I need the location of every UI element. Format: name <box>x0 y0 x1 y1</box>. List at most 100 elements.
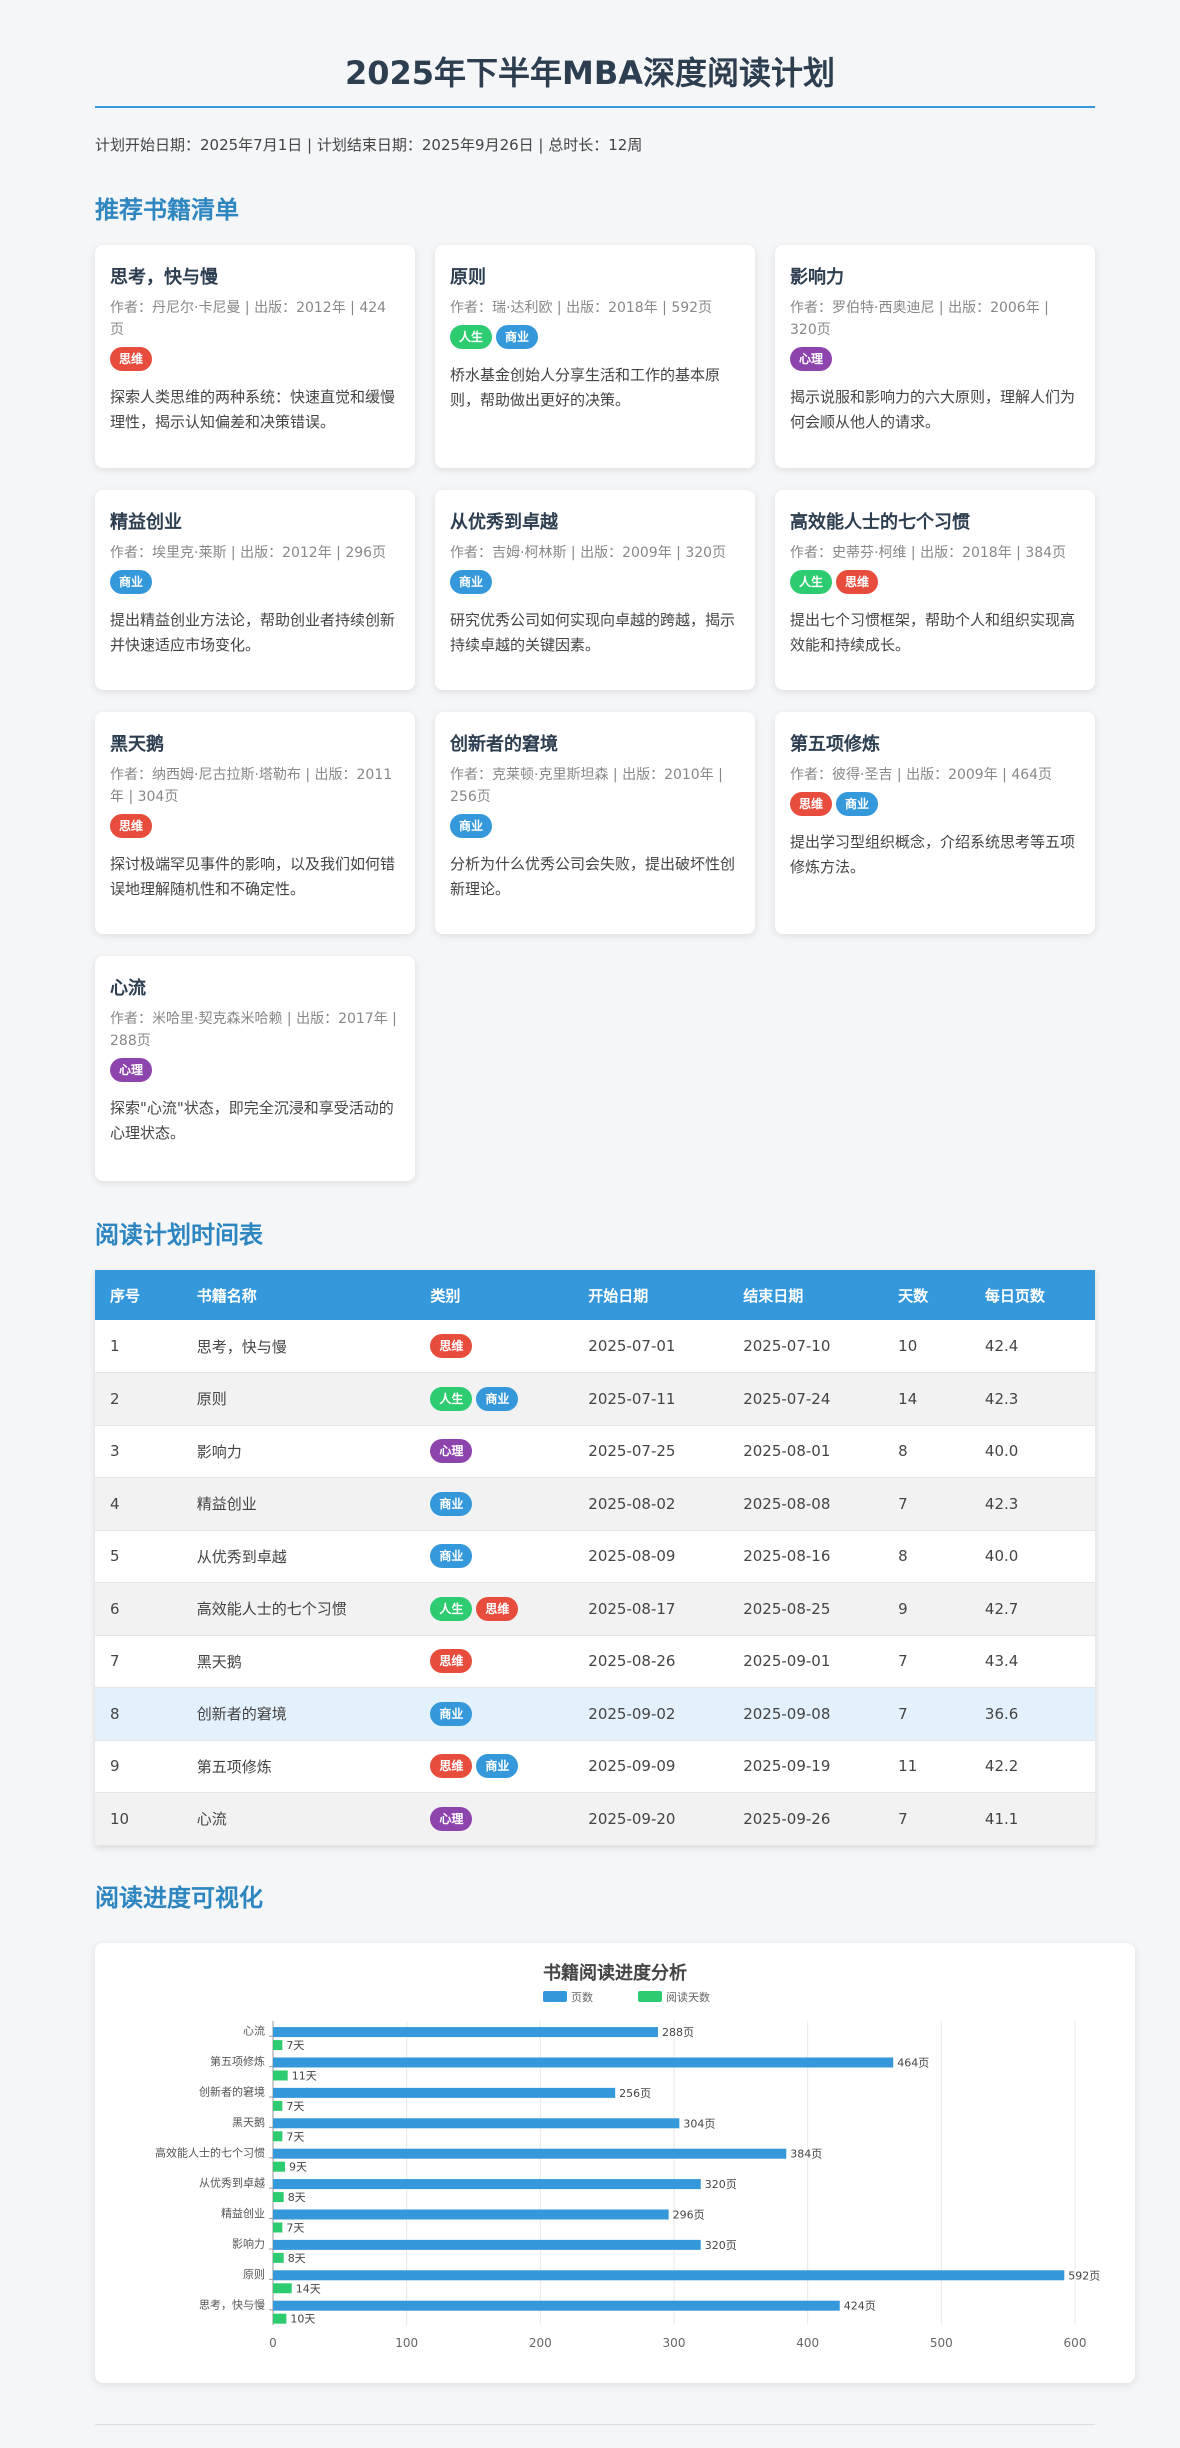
row-start-date: 2025-08-17 <box>588 1599 676 1618</box>
table-body: 1 思考，快与慢 思维 2025-07-01 2025-07-10 10 42.4 2 原则 人生… <box>95 1320 1095 1845</box>
book-card: 影响力 作者：罗伯特·西奥迪尼 | 出版：2006年 | 320页 心理 揭示说服和影… <box>775 245 1095 468</box>
tag-thinking: 思维 <box>430 1334 473 1358</box>
book-description: 提出学习型组织概念，介绍系统思考等五项修炼方法。 <box>790 833 1076 876</box>
row-number: 5 <box>110 1547 120 1566</box>
row-end-date: 2025-07-10 <box>743 1337 831 1355</box>
section-books-heading: 推荐书籍清单 <box>95 196 239 224</box>
row-end-date: 2025-09-26 <box>743 1809 831 1828</box>
column-header: 开始日期 <box>588 1286 649 1305</box>
row-start-date: 2025-09-20 <box>588 1809 676 1828</box>
tag-business: 商业 <box>110 570 153 594</box>
book-card: 原则 作者：瑞·达利欧 | 出版：2018年 | 592页 人生 商业 桥水基金创始人分… <box>435 245 755 468</box>
bar-days-label: 11天 <box>292 2069 317 2082</box>
row-book-name: 创新者的窘境 <box>196 1705 287 1724</box>
row-number: 2 <box>110 1389 120 1408</box>
bar-days <box>273 2040 283 2051</box>
book-tags: 人生 商业 <box>450 325 740 351</box>
row-end-date: 2025-09-08 <box>743 1704 831 1723</box>
row-number: 4 <box>110 1494 120 1513</box>
x-tick-label: 0 <box>269 2336 277 2350</box>
bar-days-label: 9天 <box>289 2161 307 2174</box>
book-meta: 作者：丹尼尔·卡尼曼 | 出版：2012年 | 424页 <box>110 300 387 338</box>
tag-psychology: 心理 <box>430 1439 473 1464</box>
row-start-date: 2025-08-02 <box>588 1494 676 1513</box>
chart-title: 书籍阅读进度分析 <box>543 1962 687 1984</box>
book-tags: 思维 商业 <box>790 792 1080 818</box>
tag-thinking: 思维 <box>430 1754 473 1779</box>
book-card: 创新者的窘境 作者：克莱顿·克里斯坦森 | 出版：2010年 | 256页 商业 分析… <box>435 712 755 934</box>
row-days: 8 <box>898 1547 908 1566</box>
progress-chart-card: 书籍阅读进度分析 页数 阅读天数 0 100 200 300 400 500 600 思考，快与慢 4… <box>95 1943 1135 2383</box>
row-pages-per-day: 42.3 <box>984 1389 1019 1408</box>
row-days: 11 <box>898 1757 918 1776</box>
tag-psychology: 心理 <box>110 1058 153 1082</box>
row-days: 7 <box>898 1494 908 1513</box>
row-pages-per-day: 40.0 <box>984 1547 1019 1566</box>
tag-thinking: 思维 <box>110 814 153 838</box>
tag-thinking: 思维 <box>476 1596 519 1621</box>
row-pages-per-day: 43.4 <box>984 1652 1019 1671</box>
bar-pages <box>273 2209 669 2220</box>
bar-days-label: 14天 <box>296 2282 321 2295</box>
row-category: 思维 <box>415 1635 573 1688</box>
book-meta: 作者：纳西姆·尼古拉斯·塔勒布 | 出版：2011年 | 304页 <box>110 767 393 805</box>
book-tags: 心理 <box>790 347 1080 373</box>
legend-label: 页数 <box>571 1991 593 2004</box>
schedule-table-wrap: 序号 书籍名称 类别 开始日期 结束日期 天数 每日页数 1 思考，快与慢 思维 2025-07-… <box>95 1270 1095 1846</box>
tag-life: 人生 <box>790 570 833 594</box>
book-meta: 作者：克莱顿·克里斯坦森 | 出版：2010年 | 256页 <box>450 767 723 805</box>
tag-business: 商业 <box>496 325 539 349</box>
row-number: 8 <box>110 1704 120 1723</box>
bar-days <box>273 2192 284 2203</box>
book-title: 影响力 <box>790 267 844 288</box>
tag-business: 商业 <box>430 1491 473 1516</box>
row-start-date: 2025-09-09 <box>588 1757 676 1776</box>
row-days: 7 <box>898 1704 908 1723</box>
x-tick-label: 600 <box>1064 2336 1087 2350</box>
tag-business: 商业 <box>430 1701 473 1726</box>
row-end-date: 2025-09-19 <box>743 1757 831 1776</box>
row-book-name: 思考，快与慢 <box>196 1337 287 1356</box>
category-label: 第五项修炼 <box>210 2054 265 2068</box>
row-end-date: 2025-08-25 <box>743 1599 831 1618</box>
row-pages-per-day: 42.2 <box>984 1757 1019 1776</box>
bar-pages-label: 424页 <box>844 2300 876 2313</box>
book-title: 精益创业 <box>110 512 182 533</box>
row-book-name: 影响力 <box>196 1442 242 1461</box>
book-description: 探索人类思维的两种系统：快速直觉和缓慢理性，揭示认知偏差和决策错误。 <box>110 388 396 431</box>
bar-pages <box>273 2148 787 2159</box>
category-label: 精益创业 <box>221 2206 265 2220</box>
row-category: 商业 <box>415 1530 573 1583</box>
footer-divider <box>95 2424 1095 2425</box>
section-progress-heading: 阅读进度可视化 <box>95 1884 263 1912</box>
book-tags: 商业 <box>110 570 400 596</box>
tag-thinking: 思维 <box>836 570 879 594</box>
bar-days <box>273 2252 284 2263</box>
book-card: 高效能人士的七个习惯 作者：史蒂芬·柯维 | 出版：2018年 | 384页 人生思… <box>775 490 1095 690</box>
bar-pages <box>273 2300 840 2311</box>
book-card: 思考，快与慢 作者：丹尼尔·卡尼曼 | 出版：2012年 | 424页 思维 探索人类… <box>95 245 415 468</box>
book-tags: 心理 <box>110 1058 400 1084</box>
book-description: 研究优秀公司如何实现向卓越的跨越，揭示持续卓越的关键因素。 <box>450 611 736 654</box>
row-category: 人生 商业 <box>415 1373 573 1426</box>
row-number: 10 <box>110 1809 130 1828</box>
book-card: 从优秀到卓越 作者：吉姆·柯林斯 | 出版：2009年 | 320页 商业 研究优秀公… <box>435 490 755 690</box>
row-category: 思维 商业 <box>415 1740 573 1793</box>
tag-business: 商业 <box>450 814 493 838</box>
table-row: 2 原则 人生 商业 2025-07-11 2025-07-24 14 42.3 <box>95 1372 1095 1426</box>
bar-pages <box>273 2118 680 2129</box>
book-title: 原则 <box>450 267 486 288</box>
bar-days-label: 7天 <box>286 2100 304 2113</box>
bar-pages-label: 320页 <box>705 2239 737 2252</box>
x-tick-label: 400 <box>796 2336 819 2350</box>
bar-pages-label: 592页 <box>1068 2269 1100 2282</box>
bar-pages <box>273 2087 616 2098</box>
bar-pages-label: 320页 <box>705 2178 737 2191</box>
row-days: 9 <box>898 1599 908 1618</box>
bar-days <box>273 2161 286 2172</box>
row-number: 3 <box>110 1442 120 1461</box>
bar-pages-label: 256页 <box>619 2087 651 2100</box>
book-tags: 商业 <box>450 814 740 840</box>
table-row: 7 黑天鹅 思维 2025-08-26 2025-09-01 7 43.4 <box>95 1635 1095 1688</box>
book-title: 高效能人士的七个习惯 <box>790 512 970 533</box>
